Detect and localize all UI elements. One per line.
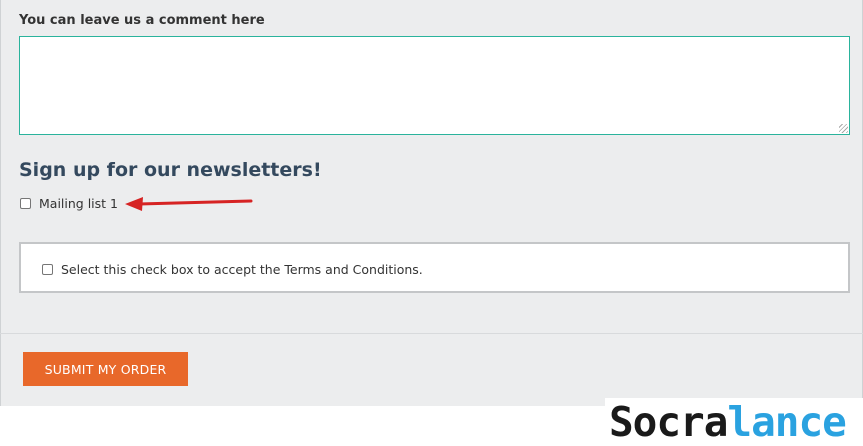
submit-order-button[interactable]: SUBMIT MY ORDER: [23, 352, 188, 386]
arrow-head: [125, 197, 143, 211]
arrow-shaft: [137, 199, 253, 206]
watermark-part1: Socra: [609, 398, 728, 446]
form-panel: You can leave us a comment here Sign up …: [0, 0, 863, 334]
terms-container: Select this check box to accept the Term…: [19, 242, 850, 293]
terms-checkbox[interactable]: [42, 264, 53, 275]
red-arrow-annotation-icon: [125, 197, 253, 211]
watermark-part2: lance: [727, 398, 846, 446]
mailing-list-label[interactable]: Mailing list 1: [39, 196, 118, 211]
mailing-list-option[interactable]: Mailing list 1: [20, 196, 118, 211]
socralance-watermark: Socralance: [605, 398, 863, 446]
comment-label: You can leave us a comment here: [19, 13, 265, 28]
newsletter-heading: Sign up for our newsletters!: [19, 159, 322, 181]
mailing-list-checkbox[interactable]: [20, 197, 31, 209]
terms-label[interactable]: Select this check box to accept the Term…: [61, 262, 423, 277]
terms-option[interactable]: Select this check box to accept the Term…: [42, 262, 423, 277]
footer-panel: SUBMIT MY ORDER: [0, 334, 863, 406]
comment-textarea[interactable]: [19, 36, 850, 135]
textarea-resize-grip[interactable]: [839, 124, 848, 133]
